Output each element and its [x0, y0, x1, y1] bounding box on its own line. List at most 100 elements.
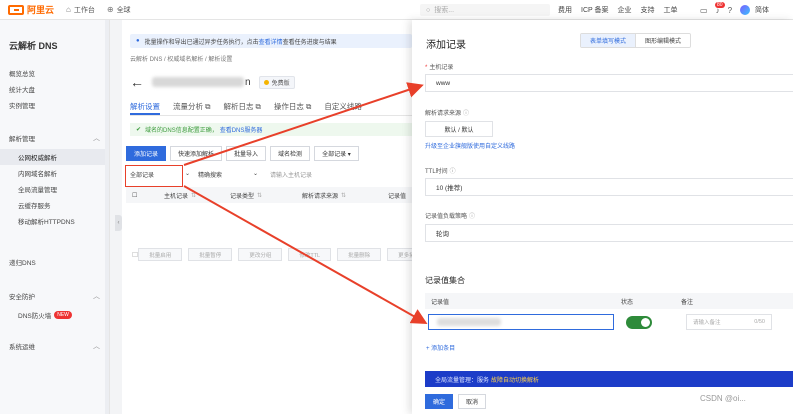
- batch-delete-button[interactable]: 批量删除: [337, 248, 382, 261]
- dns-status-bar: ✔ 域名的DNS信息配置正确， 查看DNS服务器: [130, 123, 412, 136]
- add-record-button[interactable]: 添加记录: [126, 146, 167, 161]
- records-table-header: ☐ 主机记录 ⇅ 记录类型 ⇅ 解析请求来源 ⇅ 记录值: [126, 187, 412, 203]
- batch-checkbox[interactable]: ☐: [126, 251, 138, 259]
- col-source[interactable]: 解析请求来源 ⇅: [302, 191, 388, 200]
- col-note: 备注: [681, 299, 694, 306]
- search-input[interactable]: ○ 搜索...: [420, 4, 550, 16]
- select-all-checkbox[interactable]: ☐: [126, 192, 144, 199]
- col-host[interactable]: 主机记录 ⇅: [144, 191, 230, 200]
- top-link-support[interactable]: 支持: [641, 5, 655, 15]
- record-value-redacted: [437, 318, 501, 326]
- plan-dot-icon: [263, 79, 269, 85]
- sidebar-scrollbar[interactable]: [105, 20, 109, 414]
- search-icon: ○: [426, 6, 431, 14]
- quick-add-button[interactable]: 快速添加解析: [170, 146, 223, 161]
- col-value[interactable]: 记录值: [388, 191, 406, 200]
- record-value-set-title: 记录值集合: [425, 276, 465, 285]
- cancel-button[interactable]: 取消: [458, 394, 487, 409]
- gtm-promo-banner[interactable]: 全局流量管理：服务 故障自动切换解析: [425, 371, 793, 387]
- batch-enable-button[interactable]: 批量启用: [138, 248, 183, 261]
- new-badge: NEW: [54, 311, 72, 319]
- batch-pause-button[interactable]: 批量暂停: [188, 248, 233, 261]
- tab-traffic[interactable]: 流量分析 ⧉: [173, 101, 210, 115]
- batch-import-button[interactable]: 批量导入: [226, 146, 267, 161]
- graph-mode-button[interactable]: 图形编辑模式: [636, 34, 691, 47]
- annotation-highlight-box: [125, 165, 183, 187]
- aliyun-logo[interactable]: 阿里云: [8, 3, 54, 16]
- sidebar-item-private-dns[interactable]: 内网域名解析: [0, 165, 109, 181]
- chevron-down-icon: ⌄: [184, 170, 190, 177]
- tab-custom-line[interactable]: 自定义线路: [324, 101, 362, 115]
- notice-detail-link[interactable]: 查看详情: [259, 37, 283, 46]
- sidebar-item-public-dns[interactable]: 公网权威解析: [0, 149, 109, 165]
- sidebar-group-ops[interactable]: 系统运维 ︿: [0, 335, 109, 357]
- source-label: 解析请求来源 ⓘ: [425, 111, 470, 117]
- more-actions-button[interactable]: 更多操作: [387, 248, 412, 261]
- sidebar-item-firewall[interactable]: DNS防火墙 NEW: [0, 307, 109, 323]
- aliyun-logo-icon: [8, 4, 24, 15]
- chevron-left-icon: ‹: [117, 220, 120, 226]
- note-input[interactable]: 请输入备注 0/50: [686, 314, 772, 330]
- sidebar-item-httpdns[interactable]: 移动解析HTTPDNS: [0, 213, 109, 229]
- region-switch[interactable]: ⊕ 全球: [107, 5, 131, 15]
- sidebar-collapse-button[interactable]: ‹: [115, 215, 122, 231]
- top-bar: 阿里云 ⌂ 工作台 ⊕ 全球 ○ 搜索... 费用 ICP 备案 企业 支持 工…: [0, 0, 793, 20]
- tab-resolve-log[interactable]: 解析日志 ⧉: [223, 101, 260, 115]
- sidebar-group-security[interactable]: 安全防护 ︿: [0, 285, 109, 307]
- info-icon: ●: [136, 38, 140, 44]
- sidebar-item-instances[interactable]: 实例管理: [0, 97, 109, 113]
- sidebar-group-recursive[interactable]: 递归DNS: [0, 251, 109, 273]
- notification-count: 80: [715, 1, 725, 8]
- tab-resolve-settings[interactable]: 解析设置: [130, 101, 160, 115]
- source-select[interactable]: 默认 / 默认: [425, 121, 493, 137]
- top-link-ticket[interactable]: 工单: [664, 5, 678, 15]
- upgrade-line-link[interactable]: 升级至企业旗舰版使用自定义线路: [425, 141, 515, 150]
- help-icon[interactable]: ?: [728, 6, 732, 15]
- change-group-button[interactable]: 更改分组: [238, 248, 283, 261]
- top-link-enterprise[interactable]: 企业: [618, 5, 632, 15]
- tab-operation-log[interactable]: 操作日志 ⧉: [274, 101, 311, 115]
- drawer-footer: 确定 取消: [425, 394, 491, 409]
- add-record-drawer: 添加记录 表单填写模式 图形编辑模式 * 主机记录 www 解析请求来源 ⓘ 默认 …: [412, 20, 793, 414]
- sidebar-group-resolve[interactable]: 解析管理 ︿: [0, 127, 109, 149]
- search-mode-select[interactable]: 精确搜索 ⌄: [194, 170, 262, 179]
- sidebar: 云解析 DNS 概览总览 统计大盘 实例管理 解析管理 ︿ 公网权威解析 内网域…: [0, 20, 110, 414]
- help-icon: ⓘ: [469, 214, 476, 220]
- avatar[interactable]: [740, 5, 751, 15]
- status-toggle[interactable]: [626, 315, 652, 329]
- sidebar-item-cache[interactable]: 云缓存服务: [0, 197, 109, 213]
- top-links: 费用 ICP 备案 企业 支持 工单: [558, 0, 687, 20]
- confirm-button[interactable]: 确定: [425, 394, 454, 409]
- col-type[interactable]: 记录类型 ⇅: [230, 191, 302, 200]
- sort-icon: ⇅: [257, 192, 263, 199]
- main-tabs: 解析设置 流量分析 ⧉ 解析日志 ⧉ 操作日志 ⧉ 自定义线路: [130, 101, 412, 116]
- ttl-select[interactable]: 10 (推荐): [425, 178, 793, 196]
- records-table-body: [122, 203, 412, 243]
- modify-ttl-button[interactable]: 修改TTL: [288, 248, 332, 261]
- sidebar-item-dashboard[interactable]: 统计大盘: [0, 81, 109, 97]
- workbench-link[interactable]: ⌂ 工作台: [66, 5, 95, 15]
- host-search-input[interactable]: 请输入主机记录: [262, 170, 362, 179]
- sort-icon: ⇅: [191, 192, 197, 199]
- top-link-icp[interactable]: ICP 备案: [581, 5, 609, 15]
- domain-name-redacted: [152, 77, 244, 87]
- sidebar-item-overview[interactable]: 概览总览: [0, 65, 109, 81]
- host-record-input[interactable]: www: [425, 74, 793, 92]
- record-value-input[interactable]: [428, 314, 614, 330]
- domain-check-button[interactable]: 域名检测: [270, 146, 311, 161]
- watermark: CSDN @oi...: [700, 394, 746, 403]
- record-filter-dropdown[interactable]: 全部记录 ▾: [314, 146, 359, 161]
- sidebar-item-gtm[interactable]: 全局流量管理: [0, 181, 109, 197]
- strategy-select[interactable]: 轮询: [425, 224, 793, 242]
- terminal-icon[interactable]: ▭: [700, 6, 708, 15]
- form-mode-button[interactable]: 表单填写模式: [581, 34, 637, 47]
- bell-icon[interactable]: ♪ 80: [715, 1, 725, 15]
- back-arrow-icon[interactable]: ←: [130, 74, 144, 90]
- chevron-down-icon: ⌄: [252, 170, 258, 177]
- add-entry-link[interactable]: + 添加条目: [426, 343, 455, 352]
- top-link-fee[interactable]: 费用: [558, 5, 572, 15]
- drawer-title: 添加记录: [426, 40, 466, 51]
- globe-icon: ⊕: [106, 5, 114, 14]
- view-dns-servers-link[interactable]: 查看DNS服务器: [220, 125, 263, 134]
- language-switch[interactable]: 简体: [755, 5, 769, 15]
